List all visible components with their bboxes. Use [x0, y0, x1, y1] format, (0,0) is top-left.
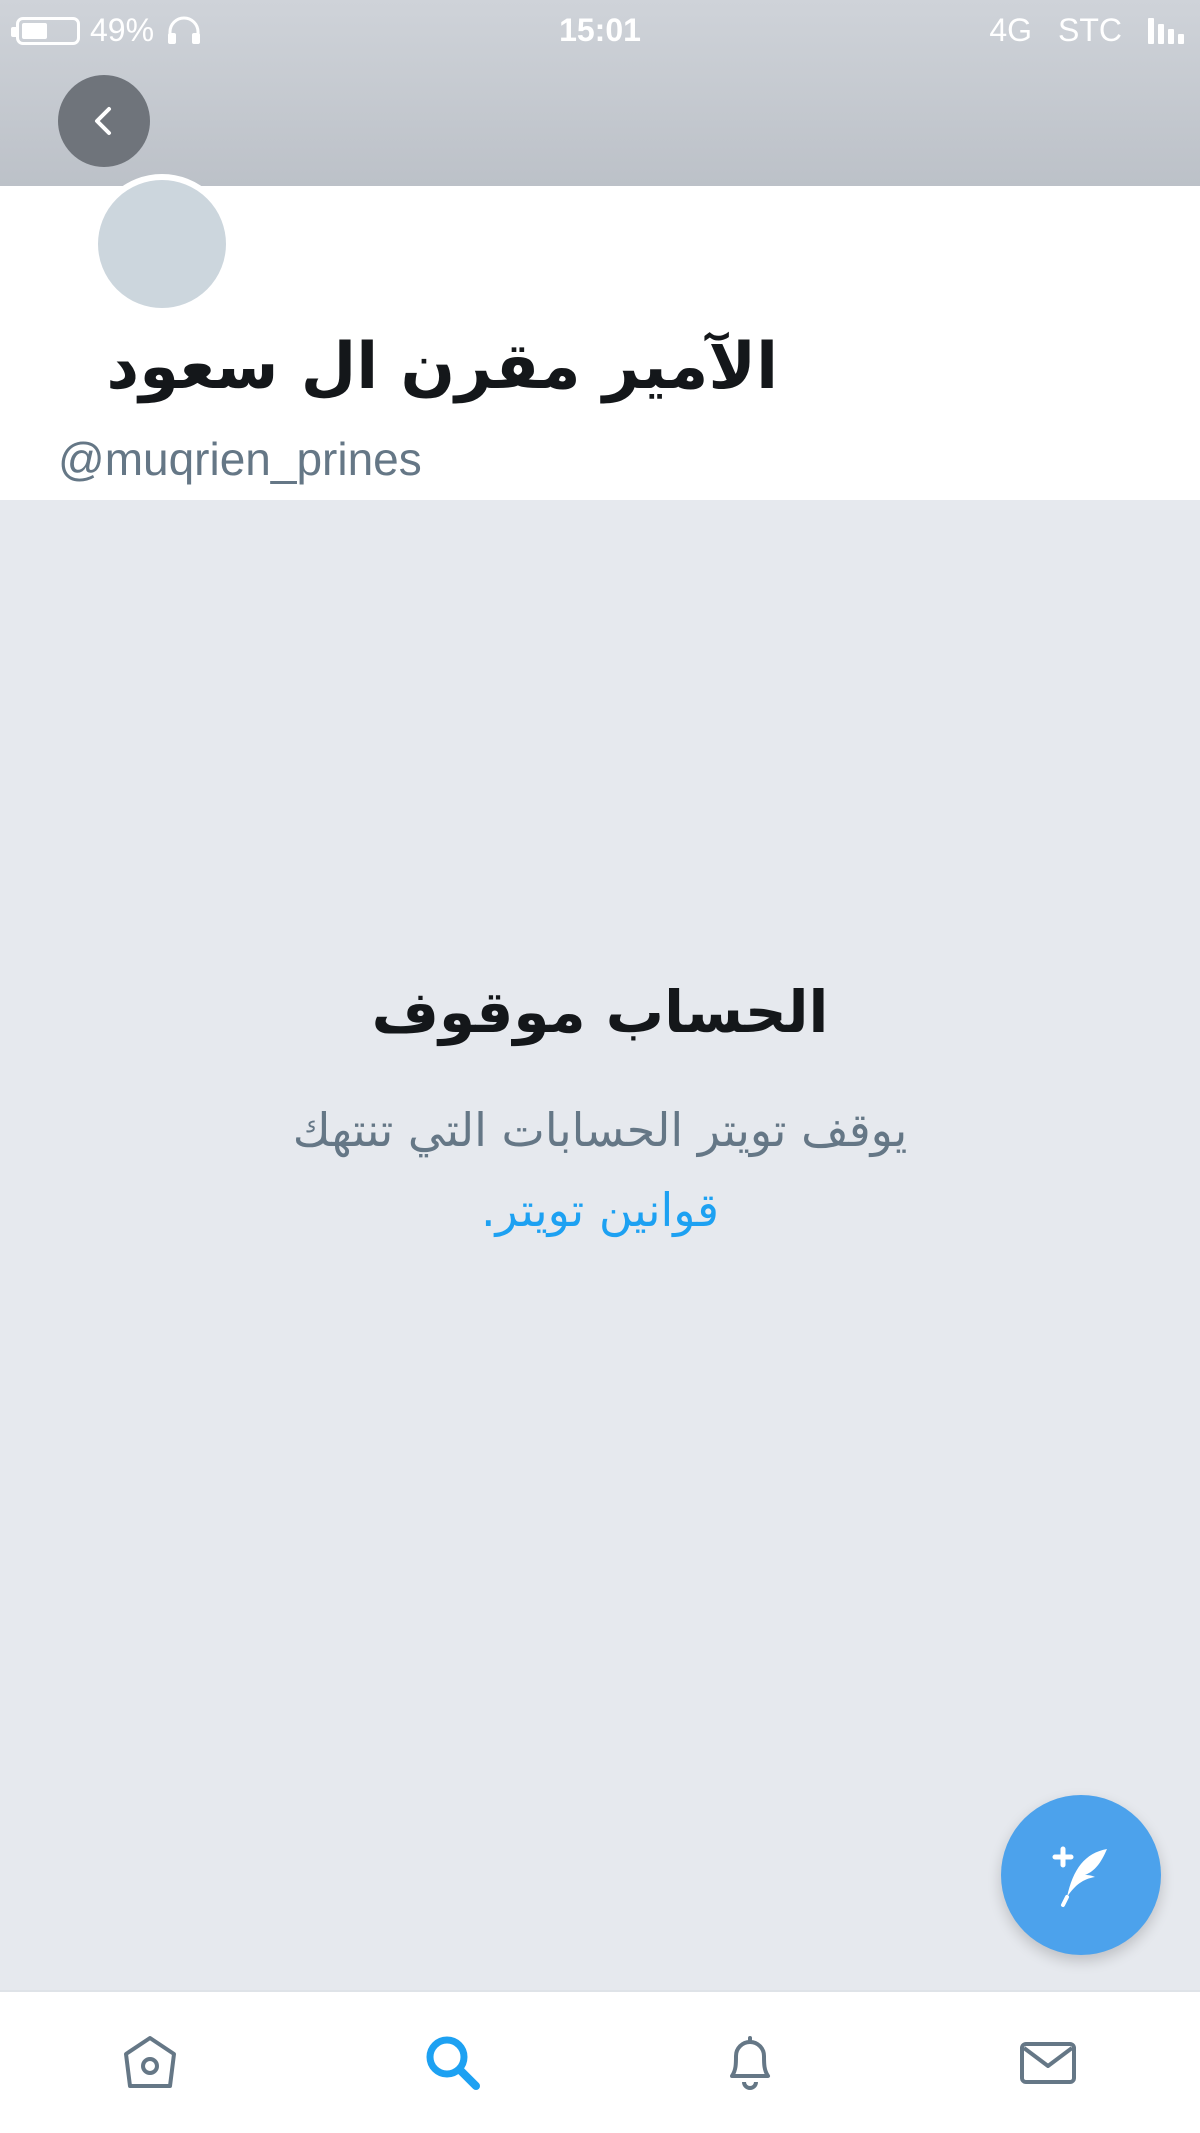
display-name: الآمير مقرن ال سعود [106, 330, 778, 404]
back-button[interactable] [58, 75, 150, 167]
search-icon [426, 2036, 480, 2090]
signal-strength-icon [1148, 17, 1184, 44]
status-bar: 49% 15:01 4G STC [0, 0, 1200, 60]
network-type: 4G [989, 12, 1032, 48]
tab-notifications[interactable] [710, 2022, 790, 2102]
suspended-body: يوقف تويتر الحسابات التي تنتهك قوانين تو… [200, 1090, 1000, 1251]
status-right: 4G STC [989, 12, 1184, 49]
twitter-rules-link[interactable]: قوانين تويتر. [481, 1183, 719, 1237]
user-handle: @muqrien_prines [58, 433, 422, 485]
compose-tweet-button[interactable] [1001, 1795, 1161, 1955]
tab-search[interactable] [412, 2022, 492, 2102]
chevron-left-icon [95, 107, 111, 135]
mail-icon [1020, 2042, 1076, 2084]
profile-banner: 49% 15:01 4G STC [0, 0, 1200, 186]
carrier-name: STC [1058, 12, 1122, 48]
tab-messages[interactable] [1008, 2022, 1088, 2102]
avatar[interactable] [92, 174, 232, 314]
tab-bar [0, 1990, 1200, 2133]
suspended-body-text: يوقف تويتر الحسابات التي تنتهك [292, 1102, 908, 1157]
home-icon [124, 2036, 176, 2088]
compose-tweet-icon [1052, 1846, 1107, 1907]
tab-home[interactable] [110, 2022, 190, 2102]
bell-icon [730, 2036, 770, 2090]
suspended-title: الحساب موقوف [371, 978, 829, 1046]
suspended-notice: الحساب موقوف يوقف تويتر الحسابات التي تن… [150, 978, 1050, 1251]
profile-header: الآمير مقرن ال سعود @muqrien_prines [0, 174, 1200, 500]
suspended-profile-screen: 49% 15:01 4G STC الآمير مقرن ال سعود @mu… [0, 0, 1200, 2133]
